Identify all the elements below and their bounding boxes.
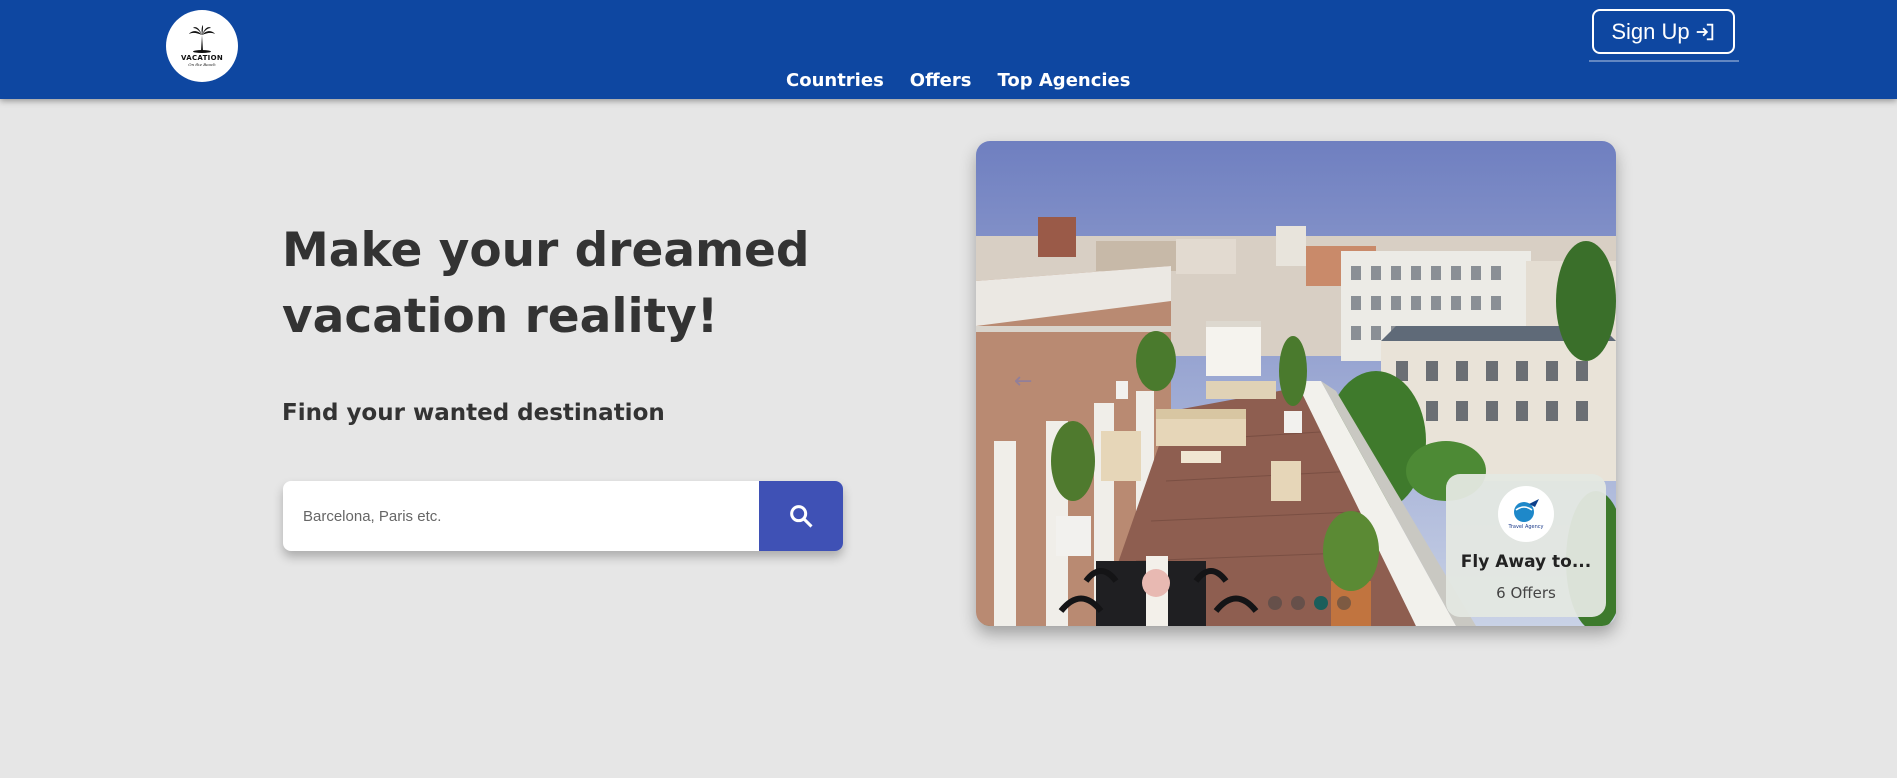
signup-underline: [1589, 60, 1739, 62]
logo-subtext: On the Beach: [188, 62, 216, 67]
signup-button[interactable]: Sign Up: [1592, 9, 1735, 54]
carousel-dot-4[interactable]: [1337, 596, 1351, 610]
agency-card[interactable]: Travel Agency Fly Away to... 6 Offers: [1446, 474, 1606, 617]
palm-tree-icon: [189, 25, 215, 53]
carousel-dot-2[interactable]: [1291, 596, 1305, 610]
nav-link-top-agencies[interactable]: Top Agencies: [997, 70, 1130, 91]
destination-carousel[interactable]: ← Travel Agency Fly Away to... 6 Offers: [976, 141, 1616, 626]
globe-plane-icon: [1514, 499, 1539, 522]
hero-headline: Make your dreamed vacation reality!: [282, 223, 810, 344]
search-icon: [790, 505, 813, 528]
hero-subheadline: Find your wanted destination: [282, 400, 665, 426]
agency-title: Fly Away to...: [1460, 552, 1592, 572]
sign-in-icon: [1696, 23, 1713, 40]
carousel-dot-3[interactable]: [1314, 596, 1328, 610]
navbar: VACATION On the Beach Countries Offers T…: [0, 0, 1897, 99]
carousel-indicators: [1268, 596, 1351, 610]
agency-offer-count: 6 Offers: [1496, 584, 1556, 602]
nav-link-offers[interactable]: Offers: [910, 70, 972, 91]
destination-search: [283, 481, 843, 551]
search-button[interactable]: [759, 481, 843, 551]
agency-logo: Travel Agency: [1498, 486, 1554, 542]
brand-logo[interactable]: VACATION On the Beach: [166, 10, 238, 82]
search-input[interactable]: [283, 481, 759, 551]
main-nav: Countries Offers Top Agencies: [786, 70, 1156, 91]
carousel-dot-1[interactable]: [1268, 596, 1282, 610]
nav-link-countries[interactable]: Countries: [786, 70, 884, 91]
carousel-prev-arrow[interactable]: ←: [1014, 369, 1032, 394]
logo-text: VACATION: [181, 54, 223, 62]
agency-logo-text: Travel Agency: [1508, 524, 1544, 530]
signup-label: Sign Up: [1611, 18, 1690, 44]
